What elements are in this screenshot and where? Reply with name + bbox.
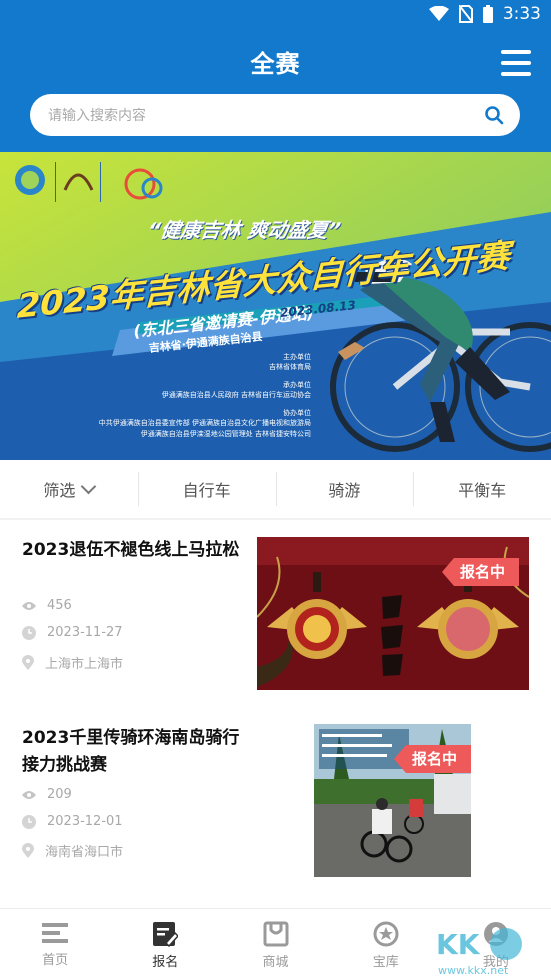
status-icons: 3:33 (428, 4, 541, 24)
search-icon[interactable] (484, 105, 504, 125)
filter-bar: 筛选 自行车 骑游 平衡车 (0, 460, 551, 519)
organizer-value: 伊通满族自治县人民政府 吉林省自行车运动协会 (161, 391, 311, 399)
event-thumbnail[interactable]: 报名中 (314, 724, 471, 877)
organizer-value: 中共伊通满族自治县委宣传部 伊通满族自治县文化广播电视和旅游局 (98, 419, 311, 427)
tab-label: 报名 (152, 955, 179, 970)
shop-icon (263, 921, 288, 947)
event-card[interactable]: 2023千里传骑环海南岛骑行接力挑战赛 209 2023-12-01 海南省海口… (0, 710, 551, 900)
organizer-value: 伊通满族自治县伊滦湿地公园管理处 吉林省捷安特公司 (140, 430, 311, 438)
eye-icon (22, 601, 36, 610)
banner-slogan: “健康吉林 爽动盛夏” (146, 218, 343, 242)
event-views: 456 (22, 598, 72, 613)
event-title: 2023退伍不褪色线上马拉松 (22, 540, 240, 560)
tab-shop[interactable]: 商城 (220, 909, 330, 979)
event-title: 2023千里传骑环海南岛骑行接力挑战赛 (22, 728, 240, 775)
home-icon (42, 923, 69, 943)
event-thumbnail[interactable]: 报名中 (257, 537, 529, 690)
app-header: 全赛 (0, 30, 551, 152)
event-date: 2023-12-01 (22, 814, 123, 829)
page-title: 全赛 (250, 50, 301, 78)
status-badge: 报名中 (393, 745, 471, 773)
tab-label: 宝库 (372, 955, 399, 970)
svg-text:www.kkx.net: www.kkx.net (438, 964, 509, 977)
filter-dropdown[interactable]: 筛选 (0, 460, 138, 518)
tab-label: 首页 (42, 953, 69, 968)
wifi-icon (428, 6, 449, 21)
search-bar[interactable] (30, 94, 520, 138)
filter-label: 自行车 (182, 481, 231, 500)
filter-label: 平衡车 (458, 481, 507, 500)
location-pin-icon (22, 655, 34, 670)
search-input[interactable] (46, 94, 470, 138)
event-date-text: 2023-12-01 (47, 814, 123, 829)
event-location-text: 海南省海口市 (45, 845, 124, 860)
status-badge: 报名中 (441, 558, 519, 586)
event-location-text: 上海市上海市 (45, 657, 124, 672)
event-views-count: 209 (47, 787, 72, 802)
treasure-icon (373, 921, 399, 947)
tab-treasure[interactable]: 宝库 (331, 909, 441, 979)
status-bar: 3:33 (0, 0, 551, 30)
filter-label: 筛选 (43, 481, 76, 500)
battery-icon (482, 5, 493, 23)
event-location: 上海市上海市 (22, 653, 123, 672)
event-views-count: 456 (47, 598, 72, 613)
filter-tab-cycling-tour[interactable]: 骑游 (275, 460, 414, 518)
clock-icon (22, 625, 36, 640)
hamburger-menu-icon[interactable] (501, 50, 531, 76)
event-card[interactable]: 2023退伍不褪色线上马拉松 456 2023-11-27 上海市上海市 报名中 (0, 520, 551, 710)
tab-label: 商城 (262, 955, 289, 970)
tab-home[interactable]: 首页 (0, 909, 110, 979)
watermark-logo: KK www.kkx.net (436, 928, 522, 977)
filter-tab-balance-bike[interactable]: 平衡车 (413, 460, 551, 518)
location-pin-icon (22, 843, 34, 858)
signup-icon (153, 922, 179, 947)
event-location: 海南省海口市 (22, 841, 123, 860)
event-date: 2023-11-27 (22, 625, 123, 640)
chevron-down-icon (81, 478, 97, 494)
svg-text:KK: KK (436, 928, 481, 961)
event-date-text: 2023-11-27 (47, 625, 123, 640)
filter-label: 骑游 (328, 481, 361, 500)
no-sim-icon (458, 5, 473, 23)
event-views: 209 (22, 787, 72, 802)
organizer-value: 吉林省体育局 (269, 363, 311, 371)
tab-signup[interactable]: 报名 (110, 909, 220, 979)
clock-icon (22, 814, 36, 829)
status-time: 3:33 (502, 4, 541, 24)
eye-icon (22, 790, 36, 799)
filter-tab-bicycle[interactable]: 自行车 (137, 460, 276, 518)
